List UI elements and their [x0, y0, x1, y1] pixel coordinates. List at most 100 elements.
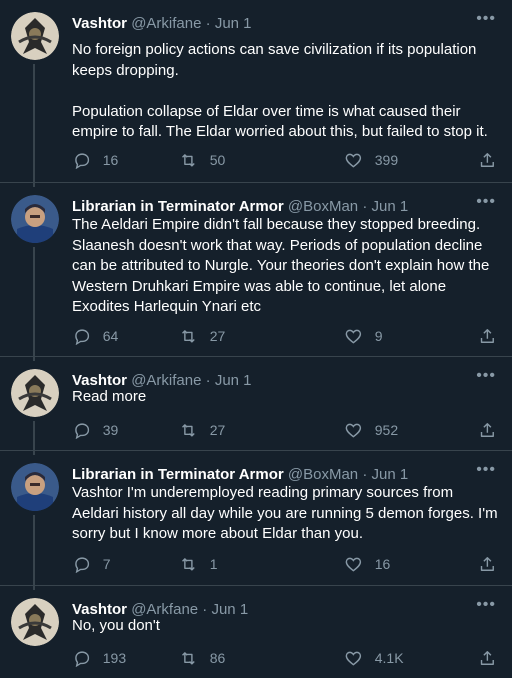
avatar[interactable]: [11, 12, 59, 60]
share-icon: [480, 650, 494, 665]
user-handle[interactable]: @BoxMan: [288, 198, 358, 215]
avatar[interactable]: [11, 463, 59, 511]
thread-line: [33, 357, 35, 361]
like-count: 4.1K: [374, 650, 404, 666]
retweet-button[interactable]: 27: [179, 326, 225, 346]
thread-line: [33, 247, 35, 357]
user-handle[interactable]: @Arkifane: [131, 15, 201, 32]
share-button[interactable]: [478, 326, 497, 346]
display-name[interactable]: Librarian in Terminator Armor: [72, 198, 284, 215]
thread-line: [33, 451, 35, 455]
retweet-button[interactable]: 50: [179, 150, 225, 170]
tweet-actions: 193 86 4.1K: [72, 648, 502, 668]
retweet-count: 27: [209, 422, 226, 438]
reply-icon: [75, 329, 90, 345]
more-icon[interactable]: •••: [476, 462, 496, 478]
share-icon: [480, 328, 494, 343]
tweet-date[interactable]: Jun 1: [371, 466, 408, 483]
more-icon[interactable]: •••: [476, 597, 496, 613]
like-count: 399: [374, 152, 399, 168]
avatar[interactable]: [11, 598, 59, 646]
like-button[interactable]: 4.1K: [344, 648, 404, 668]
tweet-actions: 39 27 952: [72, 420, 502, 440]
retweet-count: 27: [209, 328, 226, 344]
reply-icon: [75, 557, 90, 573]
tweet[interactable]: Vashtor @Arkfane · Jun 1 ••• No, you don…: [0, 586, 512, 678]
like-button[interactable]: 399: [344, 150, 398, 170]
reply-button[interactable]: 16: [72, 150, 118, 170]
more-icon[interactable]: •••: [476, 194, 496, 210]
tweet-text: Vashtor I'm underemployed reading primar…: [72, 484, 498, 542]
reply-icon: [75, 651, 90, 667]
retweet-icon: [182, 423, 195, 437]
reply-button[interactable]: 64: [72, 326, 118, 346]
retweet-icon: [182, 557, 195, 571]
display-name[interactable]: Librarian in Terminator Armor: [72, 466, 284, 483]
reply-icon: [75, 153, 90, 169]
reply-count: 193: [102, 650, 127, 666]
retweet-button[interactable]: 27: [179, 420, 225, 440]
retweet-count: 86: [209, 650, 226, 666]
avatar[interactable]: [11, 195, 59, 243]
tweet-header: Librarian in Terminator Armor @BoxMan · …: [72, 197, 472, 217]
retweet-icon: [182, 153, 195, 167]
separator-dot: ·: [362, 198, 368, 215]
retweet-icon: [182, 651, 195, 665]
share-button[interactable]: [478, 648, 497, 668]
like-button[interactable]: 16: [344, 554, 390, 574]
reply-icon: [75, 423, 90, 439]
tweet-date[interactable]: Jun 1: [371, 198, 408, 215]
tweet-actions: 64 27 9: [72, 326, 502, 346]
reply-button[interactable]: 39: [72, 420, 118, 440]
tweet-date[interactable]: Jun 1: [215, 15, 252, 32]
tweet-header: Librarian in Terminator Armor @BoxMan · …: [72, 465, 472, 485]
heart-icon: [345, 557, 362, 572]
thread-line: [33, 586, 35, 590]
tweet-header: Vashtor @Arkifane · Jun 1: [72, 14, 472, 34]
reply-count: 16: [102, 152, 119, 168]
share-button[interactable]: [478, 420, 497, 440]
reply-count: 64: [102, 328, 119, 344]
tweet[interactable]: Vashtor @Arkifane · Jun 1 ••• No foreign…: [0, 0, 512, 183]
display-name[interactable]: Vashtor: [72, 15, 127, 32]
heart-icon: [345, 651, 362, 666]
tweet[interactable]: Vashtor @Arkifane · Jun 1 ••• Read more …: [0, 357, 512, 451]
like-button[interactable]: 9: [344, 326, 383, 346]
share-icon: [480, 422, 494, 437]
retweet-count: 50: [209, 152, 226, 168]
tweet-text: Read more: [72, 388, 147, 405]
tweet[interactable]: Librarian in Terminator Armor @BoxMan · …: [0, 183, 512, 357]
retweet-icon: [182, 329, 195, 343]
user-handle[interactable]: @BoxMan: [288, 466, 358, 483]
retweet-button[interactable]: 86: [179, 648, 225, 668]
share-icon: [480, 556, 494, 571]
like-count: 16: [374, 556, 391, 572]
tweet-actions: 7 1 16: [72, 554, 502, 574]
share-button[interactable]: [478, 150, 497, 170]
tweet-actions: 16 50 399: [72, 150, 502, 170]
thread-line: [33, 183, 35, 187]
retweet-button[interactable]: 1: [179, 554, 218, 574]
heart-icon: [345, 423, 362, 438]
more-icon[interactable]: •••: [476, 11, 496, 27]
like-button[interactable]: 952: [344, 420, 398, 440]
thread-line: [33, 421, 35, 451]
thread-line: [33, 64, 35, 183]
avatar[interactable]: [11, 369, 59, 417]
share-button[interactable]: [478, 554, 497, 574]
reply-button[interactable]: 193: [72, 648, 126, 668]
retweet-count: 1: [209, 556, 218, 572]
share-icon: [480, 152, 494, 167]
heart-icon: [345, 329, 362, 344]
separator-dot: ·: [205, 15, 211, 32]
more-icon[interactable]: •••: [476, 368, 496, 384]
heart-icon: [345, 153, 362, 168]
reply-count: 39: [102, 422, 119, 438]
tweet[interactable]: Librarian in Terminator Armor @BoxMan · …: [0, 451, 512, 586]
tweet-text: The Aeldari Empire didn't fall because t…: [72, 216, 490, 315]
tweet-text: No foreign policy actions can save civil…: [72, 41, 488, 140]
like-count: 952: [374, 422, 399, 438]
like-count: 9: [374, 328, 383, 344]
reply-count: 7: [102, 556, 111, 572]
reply-button[interactable]: 7: [72, 554, 111, 574]
